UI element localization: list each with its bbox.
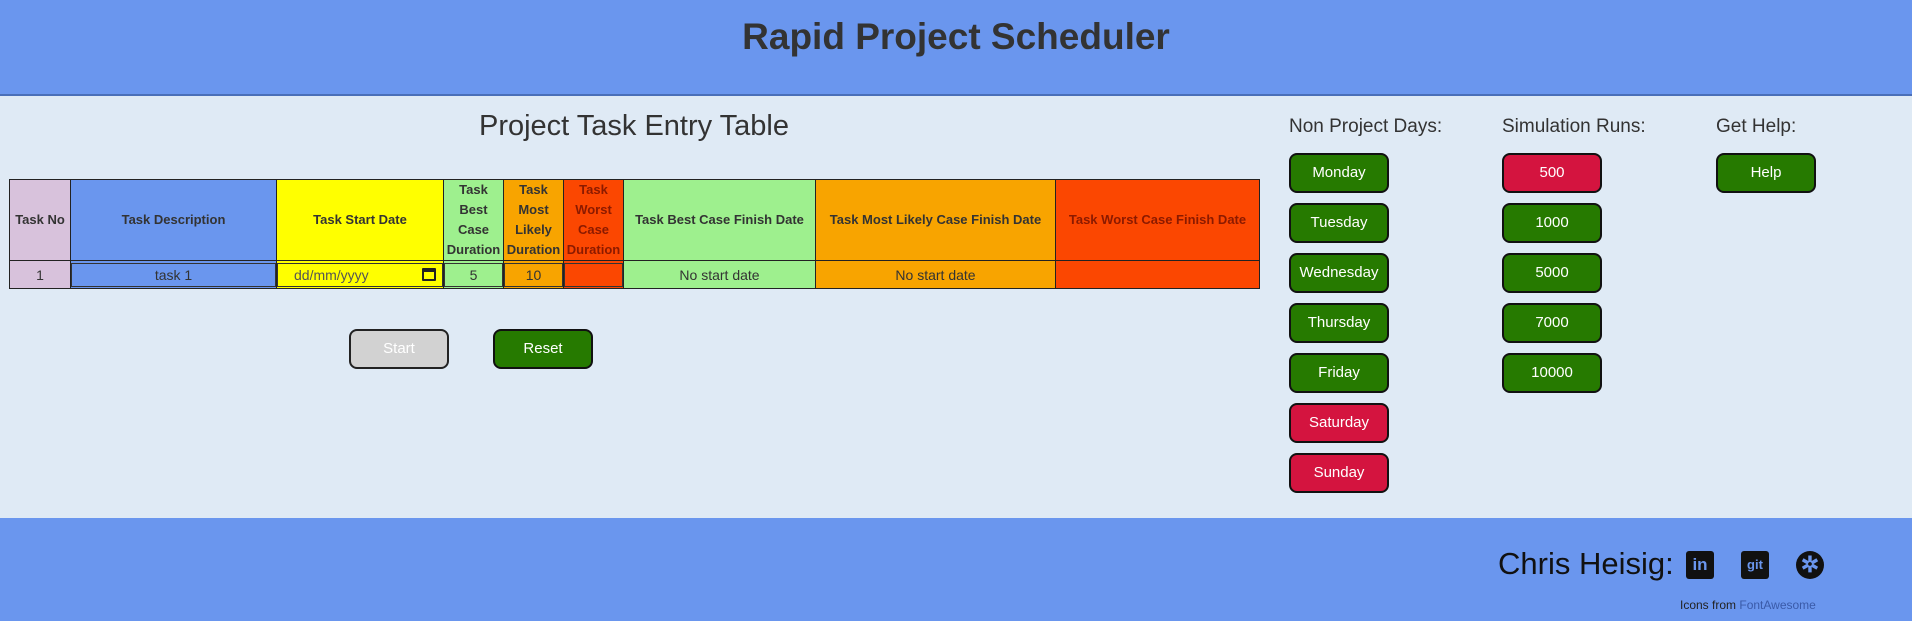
git-icon[interactable]: git <box>1741 551 1769 579</box>
main-content: Project Task Entry Table Task No Task De… <box>0 98 1912 518</box>
worst-duration-input[interactable] <box>564 262 623 287</box>
credits-text: Icons from <box>1680 598 1740 612</box>
task-entry-table: Task No Task Description Task Start Date… <box>9 179 1260 289</box>
worst-duration-cell <box>563 260 624 289</box>
task-start-date-cell: dd/mm/yyyy <box>276 260 444 289</box>
icon-credits: Icons from FontAwesome <box>1680 598 1816 612</box>
best-duration-input[interactable]: 5 <box>444 262 503 287</box>
runs-1000-button[interactable]: 1000 <box>1502 203 1602 243</box>
react-icon[interactable]: ✲ <box>1796 551 1824 579</box>
help-button[interactable]: Help <box>1716 153 1816 193</box>
header-worst-duration: Task Worst Case Duration <box>563 179 624 261</box>
reset-button[interactable]: Reset <box>493 329 593 369</box>
linkedin-icon[interactable]: in <box>1686 551 1714 579</box>
calendar-icon[interactable] <box>422 268 436 281</box>
table-header-row: Task No Task Description Task Start Date… <box>9 179 1260 261</box>
day-monday-button[interactable]: Monday <box>1289 153 1389 193</box>
day-saturday-button[interactable]: Saturday <box>1289 403 1389 443</box>
header-task-start-date: Task Start Date <box>276 179 444 261</box>
fontawesome-link[interactable]: FontAwesome <box>1739 598 1815 612</box>
runs-5000-button[interactable]: 5000 <box>1502 253 1602 293</box>
header-best-duration: Task Best Case Duration <box>443 179 504 261</box>
header-worst-finish: Task Worst Case Finish Date <box>1055 179 1260 261</box>
author-name: Chris Heisig: <box>1498 546 1674 581</box>
runs-500-button[interactable]: 500 <box>1502 153 1602 193</box>
header-task-description: Task Description <box>70 179 277 261</box>
task-no-cell: 1 <box>9 260 71 289</box>
day-friday-button[interactable]: Friday <box>1289 353 1389 393</box>
get-help-title: Get Help: <box>1716 116 1797 137</box>
table-row: 1 task 1 dd/mm/yyyy 5 10 No start date N… <box>9 260 1260 289</box>
app-title: Rapid Project Scheduler <box>742 16 1170 57</box>
likely-duration-cell: 10 <box>503 260 564 289</box>
task-description-input[interactable]: task 1 <box>71 262 276 287</box>
header-task-no: Task No <box>9 179 71 261</box>
best-finish-cell: No start date <box>623 260 816 289</box>
header-likely-finish: Task Most Likely Case Finish Date <box>815 179 1056 261</box>
simulation-runs-title: Simulation Runs: <box>1502 116 1646 137</box>
date-placeholder: dd/mm/yyyy <box>294 266 369 283</box>
runs-10000-button[interactable]: 10000 <box>1502 353 1602 393</box>
app-footer: Chris Heisig: in git ✲ Icons from FontAw… <box>0 518 1912 621</box>
likely-duration-input[interactable]: 10 <box>504 262 563 287</box>
day-thursday-button[interactable]: Thursday <box>1289 303 1389 343</box>
header-best-finish: Task Best Case Finish Date <box>623 179 816 261</box>
non-project-days-title: Non Project Days: <box>1289 116 1443 137</box>
app-header: Rapid Project Scheduler <box>0 0 1912 96</box>
day-sunday-button[interactable]: Sunday <box>1289 453 1389 493</box>
table-title: Project Task Entry Table <box>478 110 790 142</box>
day-tuesday-button[interactable]: Tuesday <box>1289 203 1389 243</box>
task-start-date-input[interactable]: dd/mm/yyyy <box>277 262 443 287</box>
best-duration-cell: 5 <box>443 260 504 289</box>
task-description-cell: task 1 <box>70 260 277 289</box>
start-button[interactable]: Start <box>349 329 449 369</box>
runs-7000-button[interactable]: 7000 <box>1502 303 1602 343</box>
likely-finish-cell: No start date <box>815 260 1056 289</box>
day-wednesday-button[interactable]: Wednesday <box>1289 253 1389 293</box>
worst-finish-cell <box>1055 260 1260 289</box>
header-likely-duration: Task Most Likely Duration <box>503 179 564 261</box>
